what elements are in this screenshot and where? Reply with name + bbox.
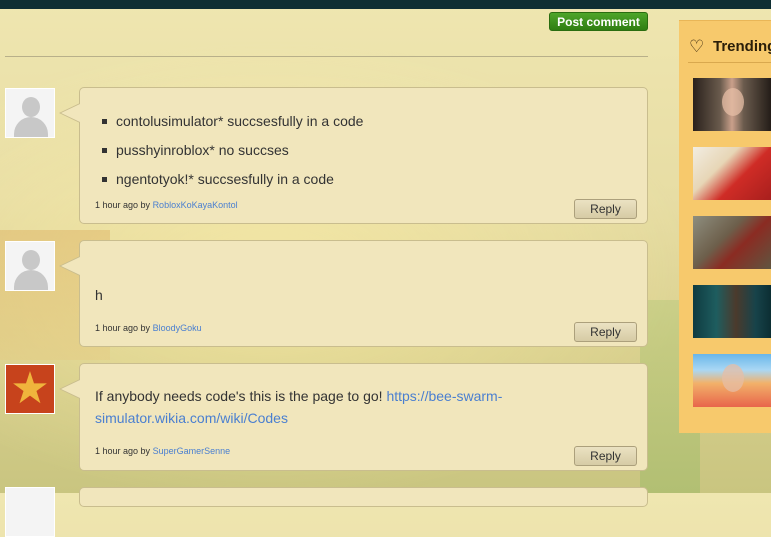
reply-button[interactable]: Reply — [574, 322, 637, 342]
avatar[interactable]: ★ — [5, 364, 55, 414]
avatar[interactable] — [5, 88, 55, 138]
bubble-tail — [59, 379, 80, 399]
site-top-bar — [0, 0, 771, 9]
list-item: contolusimulator* succsesfully in a code — [101, 112, 363, 141]
comment-meta: 1 hour ago by RobloxKoKayaKontol — [95, 200, 238, 210]
avatar-body — [14, 117, 48, 137]
trending-video-thumbnail[interactable] — [693, 285, 771, 338]
comment-bullet-list: contolusimulator* succsesfully in a code… — [101, 112, 363, 199]
comment-text: If anybody needs code's this is the page… — [95, 385, 535, 429]
trending-video-thumbnail[interactable] — [693, 216, 771, 269]
comment-bubble: If anybody needs code's this is the page… — [59, 363, 648, 471]
bubble-tail — [59, 256, 80, 276]
avatar-body — [14, 270, 48, 290]
trending-title: Trending — [713, 38, 771, 55]
comment-username-link[interactable]: RobloxKoKayaKontol — [153, 200, 238, 210]
thumbnail-figure — [722, 88, 744, 116]
divider — [5, 56, 648, 57]
avatar[interactable] — [5, 487, 55, 537]
trending-header: ♡ Trending — [689, 37, 771, 57]
avatar-head — [22, 250, 40, 270]
thumbnail-figure — [722, 364, 744, 392]
comment-text-body: If anybody needs code's this is the page… — [95, 388, 383, 404]
trending-video-thumbnail[interactable] — [693, 147, 771, 200]
avatar-head — [22, 97, 40, 117]
bubble-tail — [59, 103, 80, 123]
comment-meta: 1 hour ago by BloodyGoku — [95, 323, 202, 333]
trending-video-thumbnail[interactable] — [693, 354, 771, 407]
post-comment-button[interactable]: Post comment — [549, 12, 648, 31]
divider — [688, 62, 771, 63]
comment-time: 1 hour ago by — [95, 446, 151, 456]
trending-video-thumbnail[interactable] — [693, 78, 771, 131]
heart-icon: ♡ — [689, 37, 705, 56]
comment-bubble — [79, 487, 648, 507]
comment-meta: 1 hour ago by SuperGamerSenne — [95, 446, 230, 456]
list-item: ngentotyok!* succsesfully in a code — [101, 170, 363, 199]
avatar[interactable] — [5, 241, 55, 291]
reply-button[interactable]: Reply — [574, 199, 637, 219]
comment-bubble: contolusimulator* succsesfully in a code… — [59, 87, 648, 224]
star-icon: ★ — [10, 364, 50, 413]
comment-username-link[interactable]: SuperGamerSenne — [153, 446, 231, 456]
comment-text: h — [95, 287, 103, 303]
reply-button[interactable]: Reply — [574, 446, 637, 466]
comment-time: 1 hour ago by — [95, 200, 151, 210]
comment-username-link[interactable]: BloodyGoku — [153, 323, 202, 333]
comment-time: 1 hour ago by — [95, 323, 151, 333]
list-item: pusshyinroblox* no succses — [101, 141, 363, 170]
trending-panel: ♡ Trending — [679, 20, 771, 433]
comment-bubble: h 1 hour ago by BloodyGoku Reply — [59, 240, 648, 347]
